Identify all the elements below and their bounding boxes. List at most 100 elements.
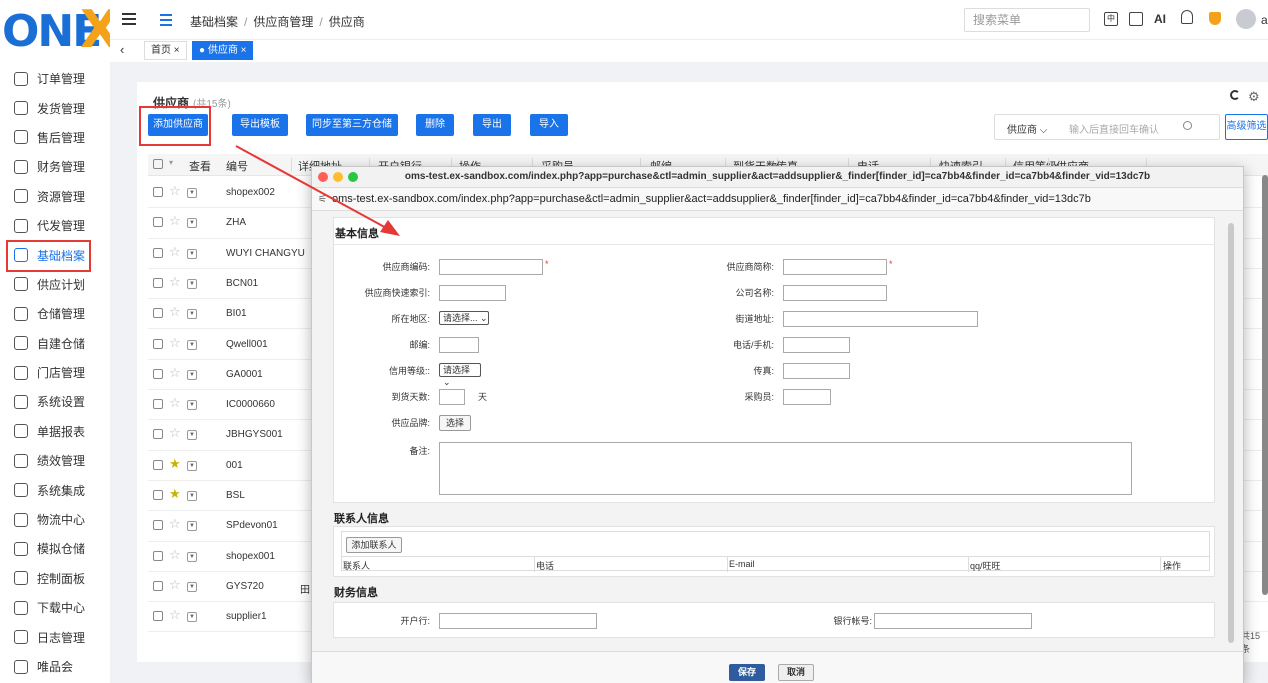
- sidebar-item[interactable]: 发货管理: [0, 93, 110, 122]
- sidebar-item[interactable]: 售后管理: [0, 123, 110, 152]
- supplier-short-input[interactable]: [783, 259, 887, 275]
- menu-search-input[interactable]: 搜索菜单: [964, 8, 1090, 32]
- arrival-days-input[interactable]: [439, 389, 465, 405]
- dialog-scrollbar[interactable]: [1228, 223, 1234, 643]
- star-icon[interactable]: ☆: [169, 395, 181, 411]
- sidebar-item[interactable]: 资源管理: [0, 182, 110, 211]
- row-checkbox[interactable]: [153, 187, 163, 197]
- purchaser-input[interactable]: [783, 389, 831, 405]
- select-all-checkbox[interactable]: [153, 159, 163, 169]
- brand-logo[interactable]: ONE X: [0, 0, 120, 62]
- sidebar-item[interactable]: 绩效管理: [0, 446, 110, 475]
- tab-home[interactable]: 首页 ×: [144, 41, 187, 60]
- star-icon[interactable]: ☆: [169, 516, 181, 532]
- sync-warehouse-button[interactable]: 同步至第三方仓储: [306, 114, 398, 136]
- chevron-down-icon[interactable]: ▼: [187, 491, 197, 501]
- supplier-code-input[interactable]: [439, 259, 543, 275]
- row-checkbox[interactable]: [153, 338, 163, 349]
- shield-icon[interactable]: [1209, 12, 1221, 25]
- star-icon[interactable]: ☆: [169, 183, 181, 199]
- row-checkbox[interactable]: [153, 429, 163, 440]
- row-checkbox[interactable]: [153, 459, 163, 470]
- row-checkbox[interactable]: [153, 490, 163, 500]
- chevron-down-icon[interactable]: ▼: [187, 248, 197, 259]
- import-button[interactable]: 导入: [530, 114, 568, 136]
- sidebar-item[interactable]: 单据报表: [0, 417, 110, 446]
- chevron-left-icon[interactable]: ‹: [120, 42, 124, 57]
- filter-field-select[interactable]: 供应商 ⌵: [1007, 121, 1047, 136]
- bank-input[interactable]: [439, 613, 597, 629]
- sort-icon[interactable]: ▾: [169, 158, 173, 167]
- star-icon[interactable]: ★: [169, 486, 181, 502]
- breadcrumb-item[interactable]: 供应商管理: [253, 15, 313, 29]
- language-icon[interactable]: 中: [1104, 12, 1118, 26]
- sidebar-item[interactable]: 控制面板: [0, 564, 110, 593]
- bell-icon[interactable]: [1181, 10, 1193, 24]
- chevron-down-icon[interactable]: ▼: [187, 188, 197, 198]
- star-icon[interactable]: ☆: [169, 607, 181, 623]
- gear-icon[interactable]: ⚙: [1248, 89, 1260, 105]
- sidebar-item[interactable]: 下载中心: [0, 593, 110, 622]
- sidebar-item[interactable]: 订单管理: [0, 64, 110, 93]
- star-icon[interactable]: ☆: [169, 335, 181, 351]
- tab-supplier[interactable]: ● 供应商 ×: [192, 41, 254, 60]
- sidebar-item[interactable]: 供应计划: [0, 270, 110, 299]
- region-select[interactable]: 请选择... ⌄: [439, 311, 489, 325]
- star-icon[interactable]: ☆: [169, 425, 181, 441]
- settings-sliders-icon[interactable]: ⚟: [318, 194, 327, 205]
- row-checkbox[interactable]: [153, 277, 163, 288]
- row-checkbox[interactable]: [153, 217, 163, 228]
- star-icon[interactable]: ★: [169, 456, 181, 472]
- street-input[interactable]: [783, 311, 978, 327]
- star-icon[interactable]: ☆: [169, 365, 181, 381]
- sidebar-item[interactable]: 系统集成: [0, 475, 110, 504]
- advanced-filter-button[interactable]: 高级筛选: [1225, 114, 1268, 140]
- credit-select[interactable]: 请选择 ⌄: [439, 363, 481, 387]
- row-checkbox[interactable]: [153, 399, 163, 410]
- zip-input[interactable]: [439, 337, 479, 353]
- row-checkbox[interactable]: [153, 580, 163, 591]
- chevron-down-icon[interactable]: ▼: [187, 551, 197, 562]
- export-button[interactable]: 导出: [473, 114, 511, 136]
- chevron-down-icon[interactable]: ▼: [187, 369, 197, 380]
- menu-list-icon[interactable]: [160, 14, 172, 29]
- col-header[interactable]: 查看: [189, 158, 211, 174]
- sidebar-item[interactable]: 仓储管理: [0, 299, 110, 328]
- chevron-down-icon[interactable]: ▼: [187, 521, 197, 532]
- chevron-down-icon[interactable]: ▼: [187, 581, 197, 592]
- page-scrollbar[interactable]: [1262, 175, 1268, 595]
- star-icon[interactable]: ☆: [169, 274, 181, 290]
- star-icon[interactable]: ☆: [169, 577, 181, 593]
- row-checkbox[interactable]: [153, 308, 163, 319]
- save-button[interactable]: 保存: [729, 664, 765, 681]
- sidebar-item[interactable]: 模拟仓储: [0, 534, 110, 563]
- fax-input[interactable]: [783, 363, 850, 379]
- collapse-menu-icon[interactable]: [122, 13, 136, 28]
- chevron-down-icon[interactable]: ▼: [187, 309, 197, 320]
- delete-button[interactable]: 删除: [416, 114, 454, 136]
- sidebar-item[interactable]: 门店管理: [0, 358, 110, 387]
- star-icon[interactable]: ☆: [169, 547, 181, 563]
- refresh-icon[interactable]: [1230, 90, 1240, 100]
- star-icon[interactable]: ☆: [169, 244, 181, 260]
- row-checkbox[interactable]: [153, 520, 163, 531]
- sidebar-item[interactable]: 财务管理: [0, 152, 110, 181]
- export-template-button[interactable]: 导出模板: [232, 114, 288, 136]
- star-icon[interactable]: ☆: [169, 213, 181, 229]
- sidebar-item[interactable]: 系统设置: [0, 387, 110, 416]
- chevron-down-icon[interactable]: ▼: [187, 430, 197, 441]
- sidebar-item[interactable]: 日志管理: [0, 622, 110, 651]
- col-header[interactable]: 编号: [226, 158, 248, 174]
- company-name-input[interactable]: [783, 285, 887, 301]
- phone-input[interactable]: [783, 337, 850, 353]
- filter-search[interactable]: 供应商 ⌵ 输入后直接回车确认: [994, 114, 1220, 140]
- remark-textarea[interactable]: [439, 442, 1132, 495]
- choose-brand-button[interactable]: 选择: [439, 415, 471, 431]
- row-checkbox[interactable]: [153, 550, 163, 561]
- chevron-down-icon[interactable]: ▼: [187, 460, 197, 471]
- row-checkbox[interactable]: [153, 247, 163, 258]
- cancel-button[interactable]: 取消: [778, 664, 814, 681]
- dialog-url[interactable]: oms-test.ex-sandbox.com/index.php?app=pu…: [332, 193, 1091, 205]
- sidebar-item[interactable]: 唯品会: [0, 652, 110, 681]
- search-icon[interactable]: [1183, 121, 1192, 130]
